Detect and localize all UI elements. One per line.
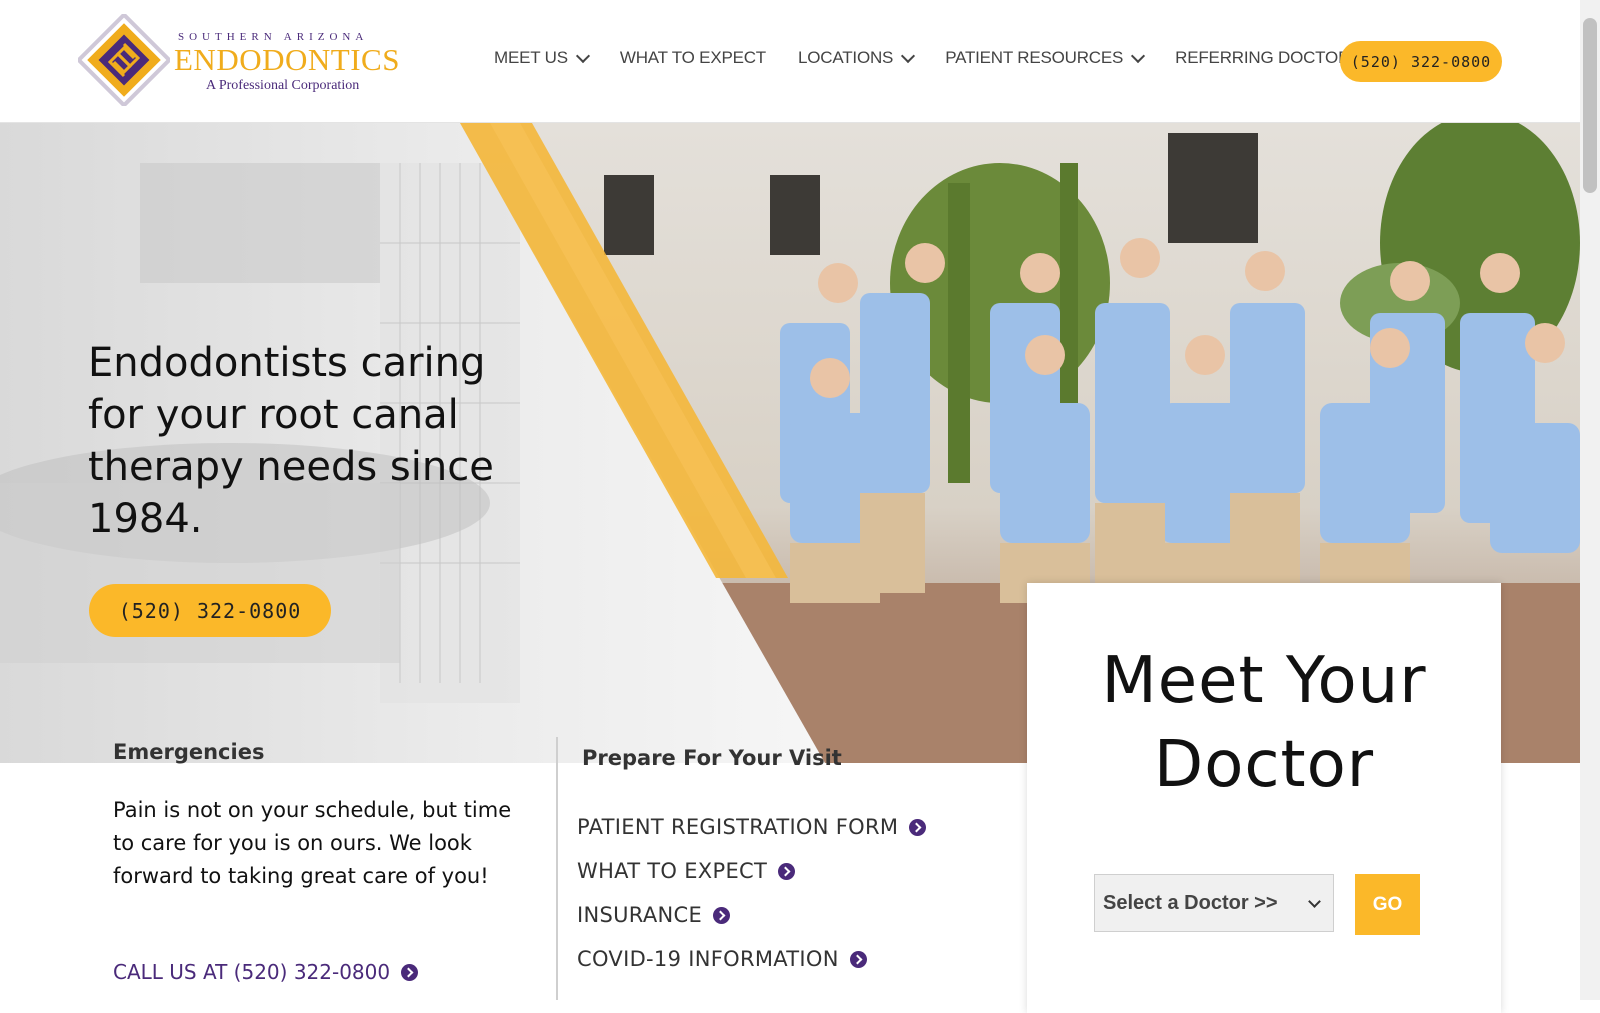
go-button[interactable]: GO (1355, 874, 1420, 935)
nav-patient-resources[interactable]: PATIENT RESOURCES (945, 48, 1146, 68)
arrow-circle-icon (713, 906, 731, 924)
call-us-label: CALL US AT (520) 322-0800 (113, 960, 391, 984)
link-label: INSURANCE (577, 903, 703, 927)
nav-label: LOCATIONS (798, 48, 894, 67)
link-label: WHAT TO EXPECT (577, 859, 768, 883)
nav-label: REFERRING DOCTORS (1175, 48, 1362, 67)
header-phone-button[interactable]: (520) 322-0800 (1340, 41, 1502, 82)
doctor-select-value: Select a Doctor >> (1103, 891, 1278, 914)
prepare-section: Prepare For Your Visit (582, 746, 1002, 770)
arrow-circle-icon (909, 818, 927, 836)
chevron-down-icon (1308, 895, 1321, 908)
emergencies-heading: Emergencies (113, 740, 265, 764)
site-header: SOUTHERN ARIZONA ENDODONTICS A Professio… (0, 0, 1580, 123)
arrow-circle-icon (849, 950, 867, 968)
chevron-down-icon (1131, 48, 1146, 63)
nav-label: WHAT TO EXPECT (619, 48, 766, 67)
what-to-expect-link[interactable]: WHAT TO EXPECT (577, 849, 926, 893)
prepare-heading: Prepare For Your Visit (582, 746, 842, 770)
site-logo[interactable]: SOUTHERN ARIZONA ENDODONTICS A Professio… (78, 14, 408, 106)
call-us-link[interactable]: CALL US AT (520) 322-0800 (113, 960, 419, 984)
nav-label: PATIENT RESOURCES (945, 48, 1124, 67)
nav-locations[interactable]: LOCATIONS (798, 48, 916, 68)
chevron-down-icon (901, 48, 916, 63)
nav-referring-doctors[interactable]: REFERRING DOCTORS (1175, 48, 1361, 68)
insurance-link[interactable]: INSURANCE (577, 893, 926, 937)
covid-information-link[interactable]: COVID-19 INFORMATION (577, 937, 926, 981)
chevron-down-icon (575, 48, 590, 63)
logo-tagline-bottom: A Professional Corporation (206, 78, 360, 93)
patient-registration-form-link[interactable]: PATIENT REGISTRATION FORM (577, 805, 927, 849)
hero-heading: Endodontists caring for your root canal … (88, 340, 494, 542)
link-label: PATIENT REGISTRATION FORM (577, 815, 899, 839)
logo-mark-icon (78, 14, 170, 106)
doctor-select[interactable]: Select a Doctor >> (1094, 874, 1334, 932)
page-scrollbar[interactable] (1580, 0, 1600, 1000)
meet-your-doctor-heading: Meet Your Doctor (1101, 644, 1427, 802)
emergencies-text: Pain is not on your schedule, but time t… (113, 798, 512, 888)
meet-your-doctor-card: Meet Your Doctor Select a Doctor >> GO (1027, 583, 1501, 1013)
link-label: COVID-19 INFORMATION (577, 947, 839, 971)
logo-wordmark: ENDODONTICS (174, 42, 400, 77)
main-nav: MEET US WHAT TO EXPECT LOCATIONS PATIENT… (494, 48, 1393, 68)
nav-meet-us[interactable]: MEET US (494, 48, 590, 68)
hero-phone-button[interactable]: (520) 322-0800 (89, 584, 331, 637)
arrow-circle-icon (778, 862, 796, 880)
arrow-circle-icon (401, 963, 419, 981)
emergencies-section: Emergencies Pain is not on your schedule… (113, 740, 533, 893)
prepare-links: PATIENT REGISTRATION FORM WHAT TO EXPECT… (577, 805, 927, 981)
scrollbar-thumb[interactable] (1583, 18, 1597, 193)
column-divider (556, 737, 558, 1000)
nav-what-to-expect[interactable]: WHAT TO EXPECT (620, 48, 766, 68)
nav-label: MEET US (494, 48, 568, 67)
